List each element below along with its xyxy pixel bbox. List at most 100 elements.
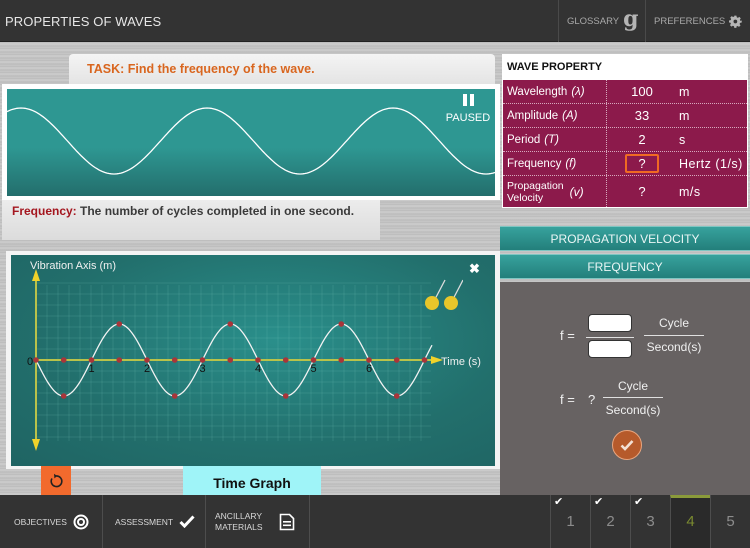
step-1[interactable]: ✔ 1	[550, 495, 590, 548]
ancillary-label: ANCILLARY MATERIALS	[215, 510, 263, 532]
property-value: 100	[631, 84, 653, 99]
check-icon	[620, 440, 634, 451]
denominator-input[interactable]	[588, 340, 632, 358]
x-axis-label: Time (s)	[441, 356, 481, 368]
property-row-period: Period (T) 2 s	[503, 128, 747, 152]
property-row-frequency: Frequency (f) ? Hertz (1/s)	[503, 152, 747, 176]
glossary-button[interactable]: GLOSSARY g	[558, 0, 646, 42]
property-unit: m	[679, 108, 690, 123]
property-unit: m/s	[679, 184, 701, 199]
axis-marker-point	[227, 357, 234, 363]
y-axis-label: Vibration Axis (m)	[30, 260, 116, 272]
axis-marker-point	[421, 357, 428, 363]
pause-icon	[462, 94, 474, 106]
frequency-definition: Frequency: The number of cycles complete…	[2, 200, 380, 240]
property-value: 33	[634, 108, 650, 123]
axis-marker-point	[199, 357, 206, 363]
time-graph: 0 1 2 3 4 5 6 Vibration Axis (m) Time (s) ✖	[11, 255, 495, 466]
wave-extremum-point	[60, 393, 67, 399]
property-symbol: (A)	[562, 109, 578, 122]
property-name: Wavelength	[507, 85, 568, 98]
pause-button[interactable]: PAUSED	[443, 93, 493, 124]
step-number: 2	[606, 513, 615, 530]
step-4[interactable]: 4	[670, 495, 710, 548]
x-tick-label: 3	[200, 363, 206, 375]
wave-extremum-point	[338, 321, 345, 327]
definition-text: The number of cycles completed in one se…	[76, 204, 355, 218]
target-icon	[73, 514, 89, 529]
checkmark-icon	[179, 515, 195, 528]
step-number: 3	[646, 513, 655, 530]
x-tick-label: 6	[366, 363, 372, 375]
property-name-line1: Propagation	[507, 179, 564, 192]
property-row-propagation-velocity: Propagation Velocity (v) ? m/s	[503, 176, 747, 207]
property-name: Amplitude	[507, 109, 559, 122]
property-name: Frequency	[507, 157, 562, 170]
objectives-label: OBJECTIVES	[14, 516, 67, 527]
x-tick-label: 2	[144, 363, 150, 375]
axis-marker-point	[310, 357, 317, 363]
axis-marker-point	[171, 357, 178, 363]
x-tick-label: 0	[27, 356, 33, 368]
bottom-nav-bar: OBJECTIVES ASSESSMENT ANCILLARY MATERIAL…	[0, 495, 750, 548]
step-2[interactable]: ✔ 2	[590, 495, 630, 548]
objectives-button[interactable]: OBJECTIVES	[0, 495, 103, 548]
wave-animation: PAUSED	[7, 89, 495, 196]
wave-extremum-point	[116, 321, 123, 327]
document-icon	[279, 513, 295, 530]
step-number: 4	[686, 513, 695, 530]
numerator-input[interactable]	[588, 314, 632, 332]
step-complete-check-icon: ✔	[634, 496, 644, 508]
time-graph-tab[interactable]: Time Graph	[183, 466, 321, 495]
close-icon[interactable]: ✖	[469, 261, 480, 277]
property-symbol: (v)	[569, 184, 584, 199]
task-prompt: TASK: Find the frequency of the wave.	[69, 54, 495, 84]
axis-marker-point	[255, 357, 261, 363]
unit-numerator: Cycle	[658, 316, 689, 330]
unit-fraction-line	[644, 335, 704, 336]
axis-marker-point	[60, 357, 67, 363]
tab-propagation-velocity[interactable]: PROPAGATION VELOCITY	[500, 226, 750, 251]
property-value: ?	[638, 184, 646, 199]
submit-check-button[interactable]	[612, 430, 642, 460]
step-5[interactable]: 5	[710, 495, 750, 548]
axis-marker-point	[144, 357, 150, 363]
paused-label: PAUSED	[445, 112, 491, 124]
result-value: ?	[588, 392, 596, 407]
wave-animation-svg	[7, 107, 495, 175]
step-number: 5	[726, 513, 735, 530]
formula-label: f =	[560, 328, 575, 343]
ancillary-materials-button[interactable]: ANCILLARY MATERIALS	[206, 495, 310, 548]
definition-term: Frequency:	[12, 204, 77, 218]
y-axis-arrow-down	[32, 439, 40, 451]
pins-icon[interactable]	[423, 277, 463, 311]
property-symbol: (f)	[565, 157, 577, 170]
glossary-label: GLOSSARY	[567, 15, 620, 27]
axis-marker-point	[116, 357, 123, 363]
frequency-calculator: f = Cycle Second(s) f = ? Cycle Second(s…	[500, 282, 750, 495]
preferences-button[interactable]: PREFERENCES	[645, 0, 750, 42]
step-complete-check-icon: ✔	[554, 496, 564, 508]
assessment-button[interactable]: ASSESSMENT	[103, 495, 206, 548]
tab-frequency[interactable]: FREQUENCY	[500, 254, 750, 279]
property-symbol: (λ)	[571, 85, 585, 98]
axis-marker-point	[393, 357, 400, 363]
axis-marker-point	[366, 357, 372, 363]
wave-extremum-point	[227, 321, 234, 327]
frequency-value-highlight[interactable]: ?	[625, 154, 659, 173]
unit-denominator: Second(s)	[646, 340, 702, 354]
property-row-wavelength: Wavelength (λ) 100 m	[503, 80, 747, 104]
reset-button[interactable]	[41, 466, 71, 495]
x-tick-label: 4	[255, 363, 261, 375]
result-unit-denominator: Second(s)	[605, 403, 661, 417]
property-unit: Hertz (1/s)	[679, 156, 743, 171]
glossary-icon: g	[623, 6, 639, 32]
step-3[interactable]: ✔ 3	[630, 495, 670, 548]
animated-wave-line	[7, 107, 495, 175]
x-tick-label: 1	[89, 363, 95, 375]
assessment-label: ASSESSMENT	[115, 516, 174, 527]
wave-animation-panel: PAUSED	[2, 84, 500, 200]
result-unit-numerator: Cycle	[617, 379, 648, 393]
step-complete-check-icon: ✔	[594, 496, 604, 508]
wave-extremum-point	[282, 393, 289, 399]
